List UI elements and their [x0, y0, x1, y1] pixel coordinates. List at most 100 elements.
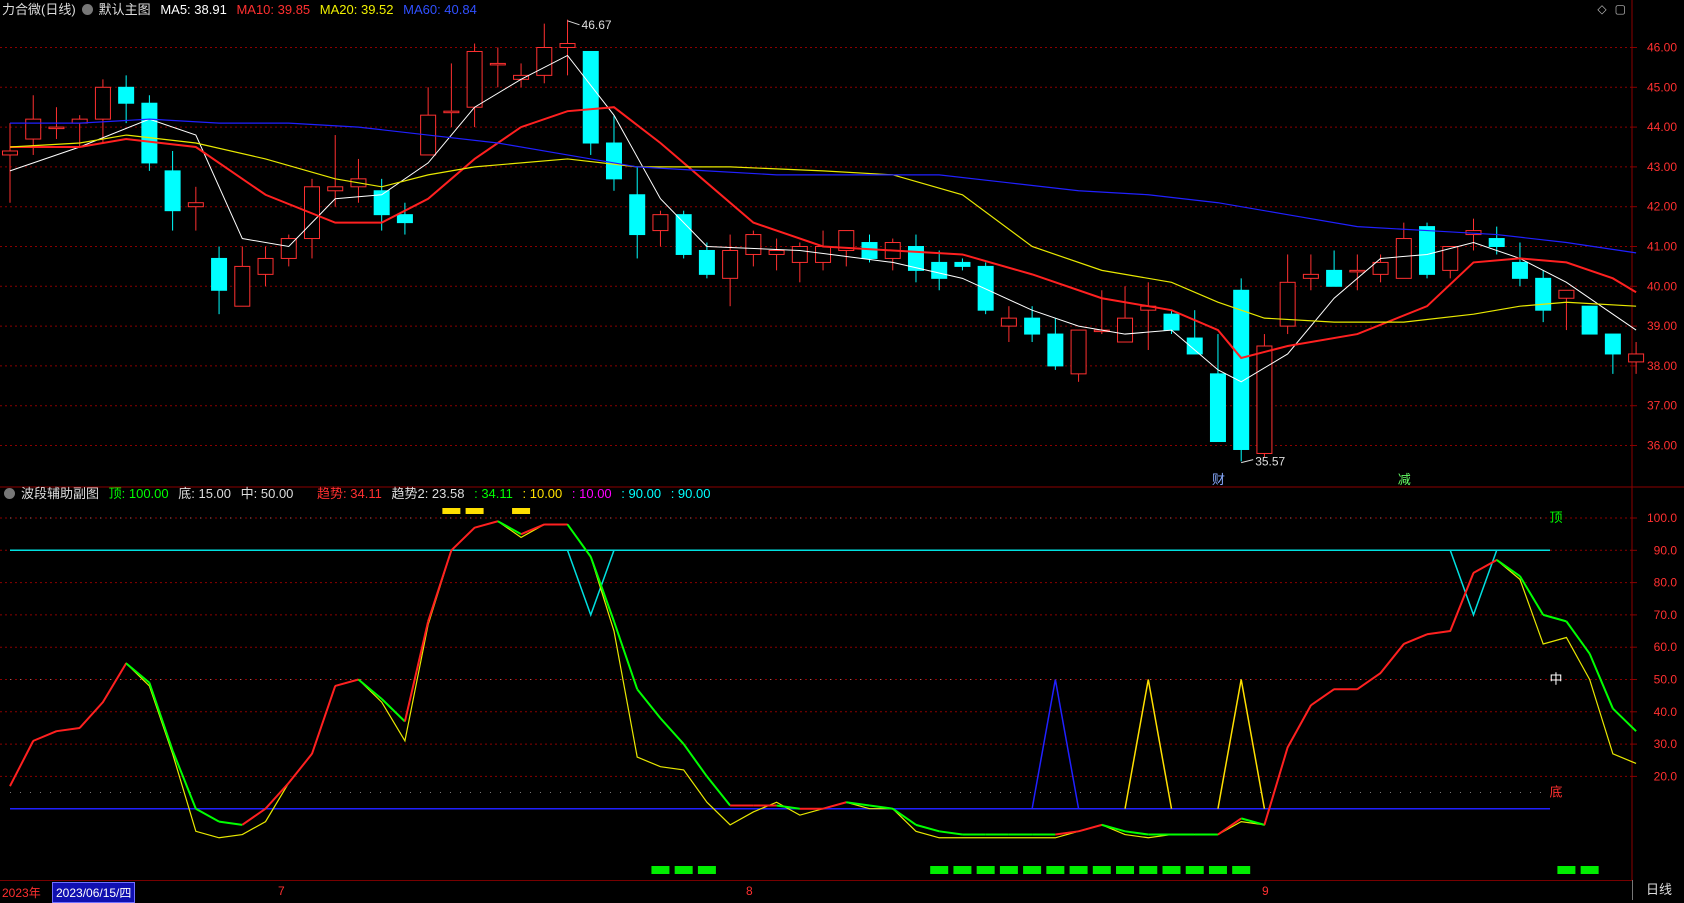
- candle-body: [791, 246, 808, 263]
- price-tick-label: 37.00: [1647, 399, 1677, 413]
- time-axis-bar: 2023年 2023/06/15/四 7 8 9: [0, 880, 1632, 903]
- top-label: 顶: 100.00: [108, 486, 169, 501]
- stock-title[interactable]: 力合微(日线): [2, 2, 76, 17]
- trend-segment: [1217, 817, 1242, 836]
- candle-body: [1511, 261, 1528, 279]
- candle-body: [1024, 317, 1041, 335]
- high-annotation: 46.67: [582, 18, 612, 32]
- candle-body: [1558, 289, 1575, 299]
- trend-segment: [287, 753, 313, 784]
- trend-segment: [1473, 559, 1498, 574]
- candle-body: [605, 142, 622, 180]
- dropdown-circle-icon[interactable]: [81, 4, 93, 15]
- candle-body: [118, 86, 135, 104]
- trend-segment: [1263, 747, 1289, 826]
- osc-right-right_top: 顶: [1549, 511, 1562, 526]
- price-tick-label: 45.00: [1647, 80, 1677, 94]
- trend-segment: [9, 740, 35, 787]
- trend-segment: [682, 743, 708, 777]
- trend-segment: [1426, 630, 1451, 636]
- trend-segment: [474, 520, 499, 529]
- trend-segment: [1124, 830, 1149, 836]
- ma5-label: MA5: 38.91: [160, 2, 227, 17]
- ma10-label: MA10: 39.85: [236, 2, 311, 17]
- candle-body: [536, 47, 553, 76]
- candle-body: [1326, 269, 1343, 287]
- bottom-signal-marker: [674, 866, 693, 874]
- month-7-label: 7: [278, 884, 285, 898]
- osc-tick-label: 70.0: [1654, 608, 1678, 622]
- candle-body: [1581, 305, 1598, 335]
- bottom-signal-marker: [953, 866, 972, 874]
- trend-segment: [636, 688, 662, 719]
- osc-tick-label: 90.0: [1654, 543, 1678, 557]
- period-selector[interactable]: 日线: [1632, 880, 1684, 900]
- trend-segment: [32, 730, 57, 742]
- top-signal-marker: [512, 508, 531, 514]
- candle-body: [1070, 329, 1087, 375]
- candle-body: [234, 265, 251, 307]
- value2-label: : 10.00: [522, 486, 563, 501]
- trend-segment: [1588, 653, 1614, 709]
- candle-body: [257, 257, 274, 275]
- candle-body: [698, 249, 715, 275]
- candle-body: [861, 242, 878, 259]
- candle-body: [1163, 313, 1180, 331]
- trend-segment: [706, 775, 731, 807]
- chart-canvas[interactable]: 46.00 45.00 44.00 43.00 42.00 41.00 40.00 39.00…: [0, 0, 1684, 900]
- candle-body: [1372, 261, 1389, 275]
- ma5-line: [9, 54, 1637, 383]
- bottom-signal-marker: [697, 866, 716, 874]
- trend-segment: [1403, 633, 1428, 645]
- trend-segment: [589, 556, 615, 622]
- osc-right-right_mid: 中: [1549, 673, 1562, 688]
- candle-body: [1395, 238, 1412, 279]
- year-label: 2023年: [2, 886, 41, 900]
- trend2-label: 趋势2: 23.58: [391, 486, 465, 501]
- bottom-signal-marker: [1557, 866, 1576, 874]
- price-tick-label: 46.00: [1647, 41, 1677, 55]
- bottom-label: 底: 15.00: [178, 486, 232, 501]
- candle-body: [1604, 333, 1621, 355]
- candle-body: [327, 186, 344, 192]
- trend-segment: [939, 830, 963, 836]
- osc-tick-label: 20.0: [1654, 769, 1678, 783]
- price-tick-label: 44.00: [1647, 120, 1677, 134]
- dropdown-circle-icon[interactable]: [4, 488, 15, 499]
- trend-segment: [822, 801, 847, 810]
- candle-body: [1349, 269, 1366, 273]
- diamond-icon[interactable]: ◇: [1597, 2, 1606, 16]
- low-annotation: 35.57: [1255, 455, 1285, 469]
- bottom-signal-marker: [1069, 866, 1088, 874]
- candle-body: [1209, 373, 1226, 443]
- chart-mode[interactable]: 默认主图: [99, 2, 151, 17]
- indicator-title[interactable]: 波段辅助副图: [21, 486, 99, 501]
- trend-segment: [427, 549, 453, 622]
- candle-body: [1419, 226, 1436, 275]
- trend-segment: [1542, 613, 1567, 623]
- candle-body: [466, 50, 483, 108]
- candle-body: [559, 43, 576, 49]
- candle-body: [1488, 238, 1505, 247]
- trend-segment: [78, 701, 104, 729]
- trend-label: 趋势: 34.11: [317, 486, 382, 501]
- trend2-line: [9, 520, 1637, 839]
- candle-body: [141, 102, 158, 164]
- trend-segment: [380, 698, 406, 723]
- candle-body: [745, 234, 762, 255]
- trend-segment: [241, 807, 267, 826]
- restore-icon[interactable]: ▢: [1615, 2, 1626, 16]
- candle-body: [1233, 289, 1250, 450]
- high-annotation-arrow: [567, 20, 580, 26]
- price-tick-label: 41.00: [1647, 240, 1677, 254]
- osc-tick-label: 50.0: [1654, 673, 1678, 687]
- trend-segment: [1519, 575, 1545, 616]
- value1-label: : 34.11: [474, 486, 513, 501]
- candle-body: [1117, 317, 1134, 343]
- month-8-label: 8: [746, 884, 753, 898]
- candle-body: [582, 50, 599, 144]
- candle-body: [652, 214, 669, 232]
- candle-body: [931, 261, 948, 279]
- trend-segment: [450, 526, 476, 552]
- candle-body: [396, 214, 413, 224]
